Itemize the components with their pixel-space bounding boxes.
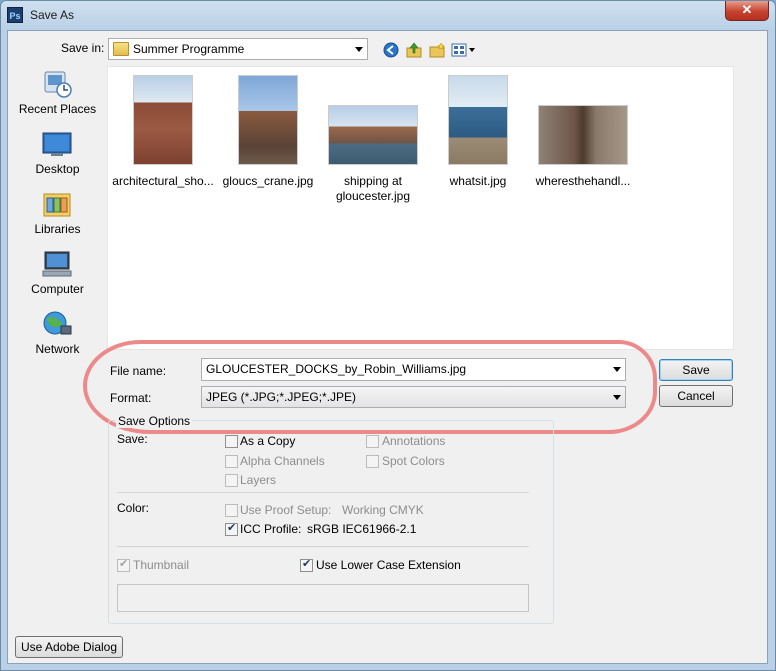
color-label: Color: [117,501,150,515]
up-folder-icon[interactable] [405,42,423,58]
place-label: Desktop [35,162,80,176]
spot-colors-checkbox[interactable] [366,455,379,468]
place-label: Recent Places [18,102,97,116]
thumbnail-label: Thumbnail [133,558,190,572]
close-button[interactable]: ✕ [725,1,769,21]
save-in-label: Save in: [61,41,105,55]
file-name-label: File name: [110,364,167,378]
format-value: JPEG (*.JPG;*.JPEG;*.JPE) [206,390,357,404]
save-in-dropdown[interactable]: Summer Programme [108,38,368,60]
thumbnail-checkbox[interactable] [117,557,130,572]
save-button[interactable]: Save [659,359,733,381]
file-name-input[interactable]: GLOUCESTER_DOCKS_by_Robin_Williams.jpg [201,358,626,381]
file-thumbnail [328,105,418,165]
icc-profile-value: sRGB IEC61966-2.1 [307,522,417,536]
file-item[interactable]: shipping at gloucester.jpg [318,75,428,204]
save-label: Save: [117,432,148,446]
place-computer[interactable]: Computer [11,250,104,306]
title-bar[interactable]: Ps Save As ✕ [1,1,776,31]
dialog-title: Save As [30,8,75,22]
use-proof-setup-value: Working CMYK [342,503,424,517]
file-name: gloucs_crane.jpg [222,174,314,188]
file-name: architectural_sho... [112,174,214,188]
computer-icon [42,251,72,277]
file-name: whatsit.jpg [449,174,507,188]
alpha-channels-label: Alpha Channels [240,454,325,468]
places-bar: Recent Places Desktop Libraries Computer [11,66,104,366]
cancel-button[interactable]: Cancel [659,385,733,407]
chevron-down-icon [613,395,621,400]
icc-profile-checkbox[interactable] [225,521,238,536]
place-network[interactable]: Network [11,310,104,366]
place-recent-places[interactable]: Recent Places [11,70,104,126]
place-label: Computer [31,282,84,296]
use-adobe-dialog-button[interactable]: Use Adobe Dialog [15,636,123,658]
alpha-channels-checkbox[interactable] [225,455,238,468]
file-item[interactable]: wheresthehandl... [528,75,638,189]
file-name: shipping at gloucester.jpg [335,174,411,203]
place-libraries[interactable]: Libraries [11,190,104,246]
spot-colors-label: Spot Colors [382,454,445,468]
file-list[interactable]: architectural_sho... gloucs_crane.jpg sh… [107,66,734,350]
network-icon [43,311,72,335]
place-label: Network [35,342,80,356]
format-label: Format: [110,391,152,405]
place-label: Libraries [34,222,81,236]
desktop-icon [42,132,72,156]
use-proof-setup-label: Use Proof Setup: [240,503,332,517]
lower-case-extension-label: Use Lower Case Extension [316,558,461,572]
file-thumbnail [238,75,298,165]
status-message-box [117,584,529,612]
as-a-copy-checkbox[interactable] [225,435,238,448]
options-divider [117,546,529,547]
save-options-title: Save Options [116,414,193,428]
folder-icon [113,42,129,56]
place-desktop[interactable]: Desktop [11,130,104,186]
format-dropdown[interactable]: JPEG (*.JPG;*.JPEG;*.JPE) [201,386,626,408]
annotations-checkbox[interactable] [366,435,379,448]
layers-label: Layers [240,473,277,487]
new-folder-icon[interactable] [428,42,446,58]
back-icon[interactable] [382,42,400,58]
recent-places-icon [44,71,72,98]
as-a-copy-label: As a Copy [240,434,296,448]
file-name-value: GLOUCESTER_DOCKS_by_Robin_Williams.jpg [206,362,467,376]
libraries-icon [43,193,71,217]
file-item[interactable]: whatsit.jpg [423,75,533,189]
options-divider [117,492,529,493]
layers-checkbox[interactable] [225,474,238,487]
save-in-value: Summer Programme [133,42,245,56]
chevron-down-icon[interactable] [613,367,621,372]
use-proof-setup-checkbox[interactable] [225,504,238,517]
photoshop-app-icon: Ps [7,7,23,23]
file-item[interactable]: architectural_sho... [108,75,218,189]
file-name: wheresthehandl... [535,174,631,188]
file-thumbnail [448,75,508,165]
file-thumbnail [538,105,628,165]
file-thumbnail [133,75,193,165]
file-item[interactable]: gloucs_crane.jpg [213,75,323,189]
icc-profile-label: ICC Profile: [240,522,302,536]
chevron-down-icon [355,47,363,52]
annotations-label: Annotations [382,434,446,448]
lower-case-extension-checkbox[interactable] [300,557,313,572]
view-menu-icon[interactable] [451,42,477,58]
